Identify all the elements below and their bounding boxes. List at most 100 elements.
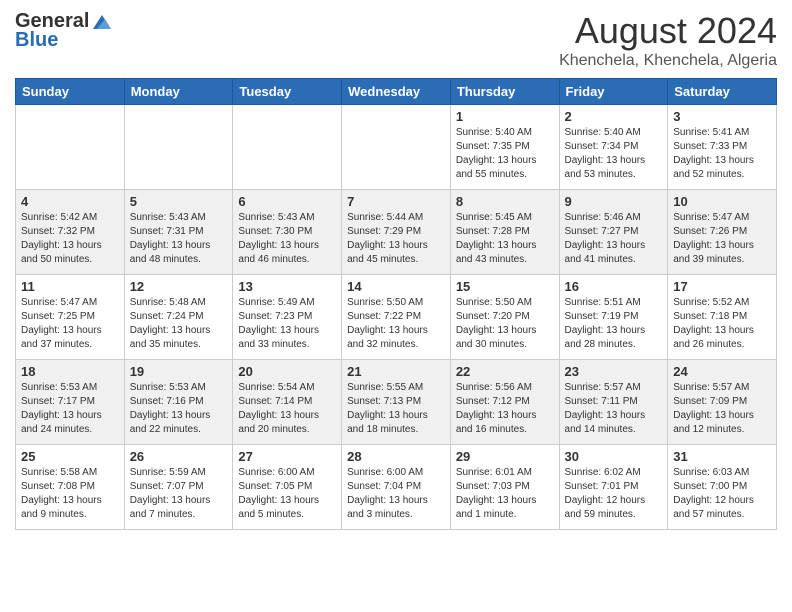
weekday-header-monday: Monday [124,79,233,105]
calendar-cell-18: 18 Sunrise: 5:53 AM Sunset: 7:17 PM Dayli… [16,360,125,445]
calendar-cell-11: 11 Sunrise: 5:47 AM Sunset: 7:25 PM Dayli… [16,275,125,360]
calendar-cell-2: 2 Sunrise: 5:40 AM Sunset: 7:34 PM Daylig… [559,105,668,190]
day-info: Sunrise: 5:57 AM Sunset: 7:09 PM Dayligh… [673,381,771,437]
week-row-3: 11 Sunrise: 5:47 AM Sunset: 7:25 PM Dayli… [16,275,777,360]
day-info: Sunrise: 5:54 AM Sunset: 7:14 PM Dayligh… [238,381,336,437]
logo-blue-text: Blue [15,29,58,52]
day-info: Sunrise: 5:55 AM Sunset: 7:13 PM Dayligh… [347,381,445,437]
day-number: 18 [21,364,119,379]
day-number: 13 [238,279,336,294]
logo-icon [91,13,113,31]
day-info: Sunrise: 5:58 AM Sunset: 7:08 PM Dayligh… [21,466,119,522]
page-header: General Blue August 2024 Khenchela, Khen… [15,10,777,70]
calendar-cell-empty [233,105,342,190]
day-info: Sunrise: 6:00 AM Sunset: 7:05 PM Dayligh… [238,466,336,522]
day-info: Sunrise: 5:47 AM Sunset: 7:25 PM Dayligh… [21,296,119,352]
day-number: 24 [673,364,771,379]
day-info: Sunrise: 5:53 AM Sunset: 7:17 PM Dayligh… [21,381,119,437]
calendar-cell-24: 24 Sunrise: 5:57 AM Sunset: 7:09 PM Dayli… [668,360,777,445]
day-number: 30 [565,449,663,464]
day-number: 3 [673,109,771,124]
week-row-5: 25Sunrise: 5:58 AM Sunset: 7:08 PM Dayli… [16,445,777,530]
calendar-cell-13: 13Sunrise: 5:49 AM Sunset: 7:23 PM Dayli… [233,275,342,360]
day-info: Sunrise: 5:42 AM Sunset: 7:32 PM Dayligh… [21,211,119,267]
location-title: Khenchela, Khenchela, Algeria [559,52,777,70]
calendar-cell-empty [124,105,233,190]
month-title: August 2024 [559,10,777,52]
day-number: 4 [21,194,119,209]
calendar-cell-28: 28 Sunrise: 6:00 AM Sunset: 7:04 PM Dayli… [342,445,451,530]
day-number: 11 [21,279,119,294]
day-info: Sunrise: 5:57 AM Sunset: 7:11 PM Dayligh… [565,381,663,437]
day-info: Sunrise: 6:01 AM Sunset: 7:03 PM Dayligh… [456,466,554,522]
day-info: Sunrise: 5:44 AM Sunset: 7:29 PM Dayligh… [347,211,445,267]
logo: General Blue [15,10,113,52]
day-info: Sunrise: 5:50 AM Sunset: 7:22 PM Dayligh… [347,296,445,352]
calendar-cell-9: 9 Sunrise: 5:46 AM Sunset: 7:27 PM Daylig… [559,190,668,275]
calendar-cell-5: 5 Sunrise: 5:43 AM Sunset: 7:31 PM Daylig… [124,190,233,275]
day-info: Sunrise: 5:40 AM Sunset: 7:34 PM Dayligh… [565,126,663,182]
calendar-cell-1: 1Sunrise: 5:40 AM Sunset: 7:35 PM Daylig… [450,105,559,190]
day-number: 12 [130,279,228,294]
day-info: Sunrise: 6:03 AM Sunset: 7:00 PM Dayligh… [673,466,771,522]
day-number: 21 [347,364,445,379]
calendar-cell-30: 30 Sunrise: 6:02 AM Sunset: 7:01 PM Dayli… [559,445,668,530]
day-number: 19 [130,364,228,379]
day-number: 8 [456,194,554,209]
calendar-cell-6: 6 Sunrise: 5:43 AM Sunset: 7:30 PM Daylig… [233,190,342,275]
calendar-cell-27: 27 Sunrise: 6:00 AM Sunset: 7:05 PM Dayli… [233,445,342,530]
calendar-cell-31: 31 Sunrise: 6:03 AM Sunset: 7:00 PM Dayli… [668,445,777,530]
day-info: Sunrise: 5:51 AM Sunset: 7:19 PM Dayligh… [565,296,663,352]
title-section: August 2024 Khenchela, Khenchela, Algeri… [559,10,777,70]
calendar-cell-4: 4 Sunrise: 5:42 AM Sunset: 7:32 PM Daylig… [16,190,125,275]
day-number: 20 [238,364,336,379]
calendar-cell-8: 8 Sunrise: 5:45 AM Sunset: 7:28 PM Daylig… [450,190,559,275]
calendar-cell-26: 26Sunrise: 5:59 AM Sunset: 7:07 PM Dayli… [124,445,233,530]
calendar-cell-19: 19 Sunrise: 5:53 AM Sunset: 7:16 PM Dayli… [124,360,233,445]
day-info: Sunrise: 5:45 AM Sunset: 7:28 PM Dayligh… [456,211,554,267]
day-info: Sunrise: 5:59 AM Sunset: 7:07 PM Dayligh… [130,466,228,522]
day-number: 27 [238,449,336,464]
week-row-1: 1Sunrise: 5:40 AM Sunset: 7:35 PM Daylig… [16,105,777,190]
day-info: Sunrise: 5:53 AM Sunset: 7:16 PM Dayligh… [130,381,228,437]
day-number: 14 [347,279,445,294]
weekday-header-tuesday: Tuesday [233,79,342,105]
day-number: 28 [347,449,445,464]
day-number: 5 [130,194,228,209]
day-info: Sunrise: 6:00 AM Sunset: 7:04 PM Dayligh… [347,466,445,522]
day-info: Sunrise: 5:43 AM Sunset: 7:30 PM Dayligh… [238,211,336,267]
calendar-cell-12: 12 Sunrise: 5:48 AM Sunset: 7:24 PM Dayli… [124,275,233,360]
day-number: 9 [565,194,663,209]
day-info: Sunrise: 5:40 AM Sunset: 7:35 PM Dayligh… [456,126,554,182]
day-info: Sunrise: 5:48 AM Sunset: 7:24 PM Dayligh… [130,296,228,352]
week-row-2: 4 Sunrise: 5:42 AM Sunset: 7:32 PM Daylig… [16,190,777,275]
calendar-cell-3: 3 Sunrise: 5:41 AM Sunset: 7:33 PM Daylig… [668,105,777,190]
calendar-cell-25: 25Sunrise: 5:58 AM Sunset: 7:08 PM Dayli… [16,445,125,530]
weekday-header-sunday: Sunday [16,79,125,105]
weekday-header-saturday: Saturday [668,79,777,105]
calendar-cell-10: 10Sunrise: 5:47 AM Sunset: 7:26 PM Dayli… [668,190,777,275]
day-info: Sunrise: 5:56 AM Sunset: 7:12 PM Dayligh… [456,381,554,437]
day-info: Sunrise: 6:02 AM Sunset: 7:01 PM Dayligh… [565,466,663,522]
day-info: Sunrise: 5:41 AM Sunset: 7:33 PM Dayligh… [673,126,771,182]
calendar-cell-20: 20 Sunrise: 5:54 AM Sunset: 7:14 PM Dayli… [233,360,342,445]
day-number: 31 [673,449,771,464]
weekday-header-wednesday: Wednesday [342,79,451,105]
calendar-table: SundayMondayTuesdayWednesdayThursdayFrid… [15,78,777,530]
week-row-4: 18 Sunrise: 5:53 AM Sunset: 7:17 PM Dayli… [16,360,777,445]
calendar-cell-29: 29Sunrise: 6:01 AM Sunset: 7:03 PM Dayli… [450,445,559,530]
calendar-cell-22: 22Sunrise: 5:56 AM Sunset: 7:12 PM Dayli… [450,360,559,445]
calendar-cell-23: 23Sunrise: 5:57 AM Sunset: 7:11 PM Dayli… [559,360,668,445]
day-info: Sunrise: 5:47 AM Sunset: 7:26 PM Dayligh… [673,211,771,267]
day-number: 6 [238,194,336,209]
day-number: 16 [565,279,663,294]
calendar-cell-empty [16,105,125,190]
weekday-header-row: SundayMondayTuesdayWednesdayThursdayFrid… [16,79,777,105]
day-info: Sunrise: 5:43 AM Sunset: 7:31 PM Dayligh… [130,211,228,267]
day-number: 17 [673,279,771,294]
calendar-cell-empty [342,105,451,190]
day-info: Sunrise: 5:46 AM Sunset: 7:27 PM Dayligh… [565,211,663,267]
weekday-header-thursday: Thursday [450,79,559,105]
day-info: Sunrise: 5:50 AM Sunset: 7:20 PM Dayligh… [456,296,554,352]
day-number: 2 [565,109,663,124]
